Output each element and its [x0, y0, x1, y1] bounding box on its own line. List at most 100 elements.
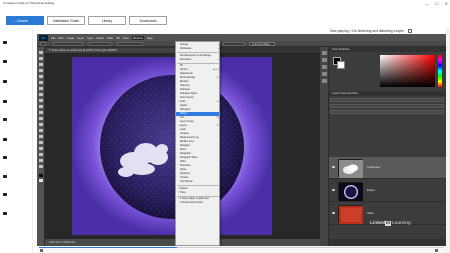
menu-view[interactable]: View: [123, 36, 129, 40]
folder-icon[interactable]: [3, 175, 7, 178]
dodge-tool-icon[interactable]: [39, 129, 43, 132]
folder-icon[interactable]: [3, 212, 7, 215]
menu-separator: [177, 62, 219, 63]
tab-installation-guide[interactable]: Installation Guide: [47, 16, 85, 25]
linkedin-learning-watermark: Linkedin Learning: [370, 221, 411, 226]
submenu-arrow-icon: ▸: [217, 48, 219, 50]
brush-tool-icon[interactable]: [39, 93, 43, 96]
layer-name[interactable]: smoke layer: [367, 157, 380, 179]
lock-options-bar[interactable]: [330, 110, 444, 114]
menu-type[interactable]: Type: [87, 36, 93, 40]
type-tool-icon[interactable]: [39, 141, 43, 144]
tab-library[interactable]: Library: [88, 16, 126, 25]
info-panel-icon[interactable]: [322, 72, 327, 76]
window-menu-item[interactable]: 2 Cloud facial sort.psd: [176, 201, 219, 205]
move-tool-icon[interactable]: [39, 51, 43, 54]
stamp-tool-icon[interactable]: [39, 99, 43, 102]
canvas-image[interactable]: [72, 57, 272, 235]
selection-mode-buttons[interactable]: [53, 42, 83, 46]
layer-row[interactable]: smoke layer: [329, 157, 446, 179]
tool-preset-picker[interactable]: [40, 42, 46, 46]
menu-file[interactable]: File: [51, 36, 56, 40]
color-panel-header[interactable]: Color Swatches: [329, 47, 446, 52]
menu-item-label: Histogram: [180, 109, 191, 111]
healing-tool-icon[interactable]: [39, 87, 43, 90]
background-color-icon[interactable]: [39, 179, 43, 182]
visibility-eye-icon[interactable]: [332, 189, 335, 191]
zoom-tool-icon[interactable]: [39, 165, 43, 168]
layer-thumbnail: [338, 159, 363, 178]
blur-tool-icon[interactable]: [39, 123, 43, 126]
visibility-eye-icon[interactable]: [332, 212, 335, 214]
visibility-eye-icon[interactable]: [332, 166, 335, 168]
menu-select[interactable]: Select: [96, 36, 104, 40]
paths-panel-icon[interactable]: [322, 79, 327, 83]
pen-tool-icon[interactable]: [39, 135, 43, 138]
layers-panel-header[interactable]: Layers Channels Paths: [329, 91, 446, 96]
menu-3d[interactable]: 3D: [116, 36, 120, 40]
minimize-icon[interactable]: —: [425, 0, 429, 7]
hand-tool-icon[interactable]: [39, 159, 43, 162]
folder-icon[interactable]: [3, 41, 7, 44]
marquee-tool-icon[interactable]: [39, 57, 43, 60]
eclipse-thumbnail-icon: [339, 183, 363, 201]
color-picker-field[interactable]: [380, 55, 435, 87]
folder-icon[interactable]: [3, 100, 7, 103]
window-controls: — ☐ ✕: [425, 0, 448, 7]
style-dropdown[interactable]: [117, 42, 143, 46]
crop-tool-icon[interactable]: [39, 75, 43, 78]
folder-icon[interactable]: [3, 118, 7, 121]
adjustments-panel-icon[interactable]: [322, 65, 327, 69]
menu-edit[interactable]: Edit: [59, 36, 64, 40]
window-menu-item[interactable]: Tool Presets: [176, 180, 219, 184]
folder-icon[interactable]: [3, 193, 7, 196]
menu-layer[interactable]: Layer: [77, 36, 84, 40]
height-field[interactable]: [223, 42, 245, 46]
cloud-thumbnail-icon: [339, 160, 363, 178]
quick-select-tool-icon[interactable]: [39, 69, 43, 72]
background-swatch[interactable]: [337, 61, 345, 69]
hue-slider[interactable]: [438, 55, 442, 87]
play-pause-icon[interactable]: [40, 249, 43, 252]
blend-mode-dropdown[interactable]: [330, 104, 444, 108]
select-and-mask-button[interactable]: Select and Mask...: [249, 42, 275, 46]
layer-name[interactable]: Eclipse: [367, 180, 375, 202]
folder-icon[interactable]: [3, 138, 7, 141]
menu-help[interactable]: Help: [147, 36, 153, 40]
fullscreen-icon[interactable]: [407, 28, 412, 33]
foreground-color-icon[interactable]: [39, 174, 43, 177]
menu-item-label: Libraries: [180, 133, 189, 135]
folder-icon[interactable]: [3, 156, 7, 159]
layer-filter-bar[interactable]: [330, 98, 444, 102]
eclipse-artwork: [72, 57, 272, 235]
path-select-tool-icon[interactable]: [39, 147, 43, 150]
feather-field[interactable]: [89, 42, 111, 46]
menu-image[interactable]: Image: [66, 36, 74, 40]
close-icon[interactable]: ✕: [445, 0, 448, 7]
maximize-icon[interactable]: ☐: [435, 0, 439, 7]
properties-panel-icon[interactable]: [322, 58, 327, 62]
history-brush-tool-icon[interactable]: [39, 105, 43, 108]
window-menu-item[interactable]: Workspace ▸: [176, 47, 219, 51]
folder-icon[interactable]: [3, 60, 7, 63]
tab-downloads[interactable]: Downloads: [129, 16, 167, 25]
lasso-tool-icon[interactable]: [39, 63, 43, 66]
menu-filter[interactable]: Filter: [107, 36, 113, 40]
shape-tool-icon[interactable]: [39, 153, 43, 156]
tab-label: Downloads: [139, 18, 157, 23]
settings-icon[interactable]: [435, 249, 438, 252]
folder-icon[interactable]: [3, 80, 7, 83]
progress-track[interactable]: [39, 247, 444, 248]
tab-course[interactable]: ⌂ Course: [6, 16, 44, 25]
eraser-tool-icon[interactable]: [39, 111, 43, 114]
eyedropper-tool-icon[interactable]: [39, 81, 43, 84]
menu-window[interactable]: Window: [131, 35, 144, 40]
video-player[interactable]: Ps File Edit Image Layer Type Select Fil…: [37, 34, 446, 246]
tab-label: Library: [101, 18, 113, 23]
gradient-tool-icon[interactable]: [39, 117, 43, 120]
window-menu-item[interactable]: Extensions ▸: [176, 58, 219, 62]
history-panel-icon[interactable]: [322, 51, 327, 55]
layer-row[interactable]: Eclipse: [329, 180, 446, 202]
window-menu-item[interactable]: ✓Tools: [176, 191, 219, 195]
watermark-suffix: Learning: [392, 221, 411, 226]
